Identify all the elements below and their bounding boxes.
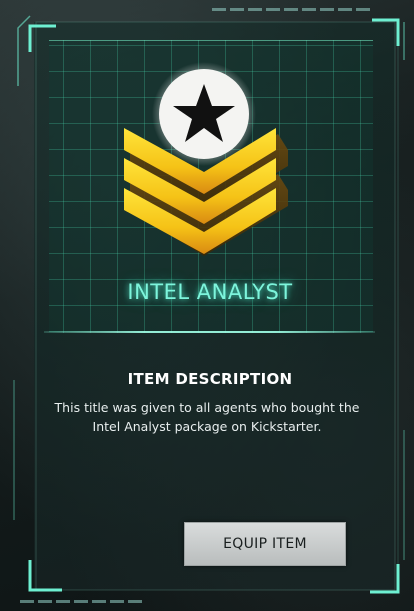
grid-divider	[44, 331, 375, 333]
item-description-heading: ITEM DESCRIPTION	[127, 370, 293, 388]
item-description-text: This title was given to all agents who b…	[54, 400, 360, 434]
sergeant-insignia-icon	[124, 62, 288, 256]
item-detail-screen: INTEL ANALYST ITEM DESCRIPTION This titl…	[0, 0, 414, 611]
equip-item-button[interactable]: EQUIP ITEM	[184, 522, 346, 566]
item-name-title: INTEL ANALYST	[127, 280, 293, 304]
